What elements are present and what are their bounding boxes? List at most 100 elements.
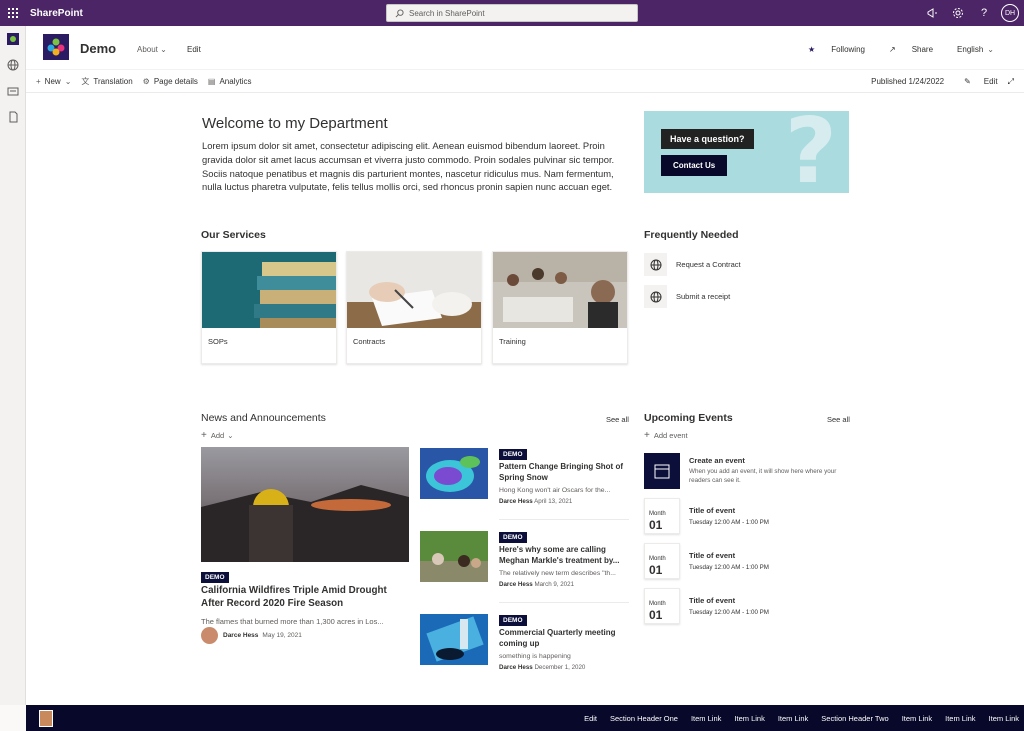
language-selector[interactable]: English ⌄: [945, 45, 994, 54]
demo-badge: DEMO: [499, 449, 527, 460]
event-date-tile: Month 01: [644, 588, 680, 624]
site-logo-icon[interactable]: [0, 26, 26, 52]
left-rail: [0, 26, 26, 705]
news-item-meta: Darce Hess March 9, 2021: [499, 581, 575, 588]
following-button[interactable]: ★ Following: [796, 45, 865, 54]
create-event-title[interactable]: Create an event: [689, 456, 745, 465]
published-status: Published 1/24/2022: [871, 77, 945, 86]
footer-avatar: [39, 709, 53, 727]
microscope-image[interactable]: [420, 614, 488, 665]
site-title[interactable]: Demo: [80, 41, 116, 56]
news-item-desc: The relatively new term describes "th...: [499, 570, 616, 577]
news-icon[interactable]: [0, 78, 26, 104]
event-date-tile: Month 01: [644, 498, 680, 534]
events-see-all-link[interactable]: See all: [827, 415, 850, 424]
news-item-desc: Hong Kong won't air Oscars for the...: [499, 487, 611, 494]
analytics-icon: ▤: [207, 76, 216, 86]
footer-link-edit[interactable]: Edit: [584, 714, 597, 723]
search-icon: [395, 8, 404, 17]
promo-banner: ? Have a question? Contact Us: [644, 111, 849, 193]
calendar-icon[interactable]: [644, 453, 680, 489]
star-icon: ★: [808, 45, 816, 54]
contract-signing-image: [347, 252, 481, 328]
frequently-needed-title: Frequently Needed: [644, 229, 739, 241]
wildfire-image[interactable]: [201, 447, 409, 562]
footer-item-link[interactable]: Item Link: [989, 714, 1019, 723]
chevron-down-icon: ⌄: [64, 76, 72, 86]
promo-question: Have a question?: [661, 129, 754, 149]
contact-us-button[interactable]: Contact Us: [661, 155, 728, 176]
service-card-sops[interactable]: SOPs: [201, 251, 337, 364]
new-button[interactable]: + New ⌄: [36, 77, 71, 86]
footer-item-link[interactable]: Item Link: [945, 714, 975, 723]
user-avatar[interactable]: DH: [1001, 4, 1019, 22]
frequent-link-request-contract[interactable]: Request a Contract: [644, 253, 741, 276]
news-item-meta: Darce Hess December 1, 2020: [499, 664, 586, 671]
hero-news-author: Darce Hess May 19, 2021: [201, 627, 302, 644]
globe-icon[interactable]: [0, 52, 26, 78]
chevron-down-icon: ⌄: [227, 431, 234, 440]
hero-news-title[interactable]: California Wildfires Triple Amid Drought…: [201, 584, 411, 610]
event-title[interactable]: Title of event: [689, 551, 735, 560]
translation-button[interactable]: 文 Translation: [81, 76, 132, 87]
event-time: Tuesday 12:00 AM - 1:00 PM: [689, 564, 769, 571]
file-icon[interactable]: [0, 104, 26, 130]
gear-icon[interactable]: [945, 0, 971, 26]
help-icon[interactable]: ?: [971, 0, 997, 26]
footer-item-link[interactable]: Item Link: [691, 714, 721, 723]
footer-section-header-one[interactable]: Section Header One: [610, 714, 678, 723]
footer-links: Edit Section Header One Item Link Item L…: [571, 705, 1019, 731]
hero-news-desc: The flames that burned more than 1,300 a…: [201, 617, 384, 626]
app-launcher-icon[interactable]: [0, 0, 26, 26]
news-item-title[interactable]: Commercial Quarterly meeting coming up: [499, 627, 631, 649]
garden-interview-image[interactable]: [420, 531, 488, 582]
service-card-training[interactable]: Training: [492, 251, 628, 364]
news-add-button[interactable]: + Add ⌄: [201, 430, 234, 441]
page-details-button[interactable]: ⚙ Page details: [143, 77, 198, 86]
news-see-all-link[interactable]: See all: [606, 415, 629, 424]
site-header: Demo About ⌄ Edit ★ Following ↗ Share Engl…: [26, 26, 1024, 70]
training-image: [493, 252, 627, 328]
pencil-icon: ✎: [964, 77, 971, 86]
news-divider: [499, 519, 629, 520]
event-time: Tuesday 12:00 AM - 1:00 PM: [689, 609, 769, 616]
footer-section-header-two[interactable]: Section Header Two: [821, 714, 888, 723]
nav-edit-link[interactable]: Edit: [187, 45, 201, 54]
analytics-button[interactable]: ▤ Analytics: [208, 77, 252, 86]
app-name[interactable]: SharePoint: [30, 8, 83, 19]
frequent-link-submit-receipt[interactable]: Submit a receipt: [644, 285, 730, 308]
demo-badge: DEMO: [499, 615, 527, 626]
footer-item-link[interactable]: Item Link: [902, 714, 932, 723]
event-time: Tuesday 12:00 AM - 1:00 PM: [689, 519, 769, 526]
search-box[interactable]: Search in SharePoint: [386, 4, 638, 22]
news-item-title[interactable]: Here's why some are calling Meghan Markl…: [499, 544, 631, 566]
site-logo[interactable]: [43, 34, 69, 60]
news-item-desc: something is happening: [499, 653, 571, 660]
service-label: SOPs: [208, 337, 228, 346]
footer-item-link[interactable]: Item Link: [734, 714, 764, 723]
event-title[interactable]: Title of event: [689, 506, 735, 515]
author-avatar: [201, 627, 218, 644]
welcome-body: Lorem ipsum dolor sit amet, consectetur …: [202, 140, 615, 193]
news-divider: [499, 602, 629, 603]
add-event-button[interactable]: + Add event: [644, 430, 688, 441]
plus-icon: +: [201, 430, 207, 441]
service-card-contracts[interactable]: Contracts: [346, 251, 482, 364]
chevron-down-icon: ⌄: [160, 45, 167, 54]
demo-badge: DEMO: [201, 572, 229, 583]
service-label: Contracts: [353, 337, 386, 346]
footer-item-link[interactable]: Item Link: [778, 714, 808, 723]
welcome-title: Welcome to my Department: [202, 115, 388, 132]
edit-page-button[interactable]: ✎ Edit: [954, 77, 998, 86]
share-button[interactable]: ↗ Share: [877, 45, 933, 54]
event-title[interactable]: Title of event: [689, 596, 735, 605]
expand-icon[interactable]: ⤢: [1008, 77, 1014, 87]
globe-icon: [644, 285, 667, 308]
command-bar: + New ⌄ 文 Translation ⚙ Page details ▤ Analyt…: [26, 70, 1024, 93]
megaphone-icon[interactable]: [919, 0, 945, 26]
nav-about[interactable]: About ⌄: [137, 45, 167, 54]
news-item-title[interactable]: Pattern Change Bringing Shot of Spring S…: [499, 461, 631, 483]
share-icon: ↗: [888, 45, 896, 54]
demo-badge: DEMO: [499, 532, 527, 543]
weather-map-image[interactable]: [420, 448, 488, 499]
